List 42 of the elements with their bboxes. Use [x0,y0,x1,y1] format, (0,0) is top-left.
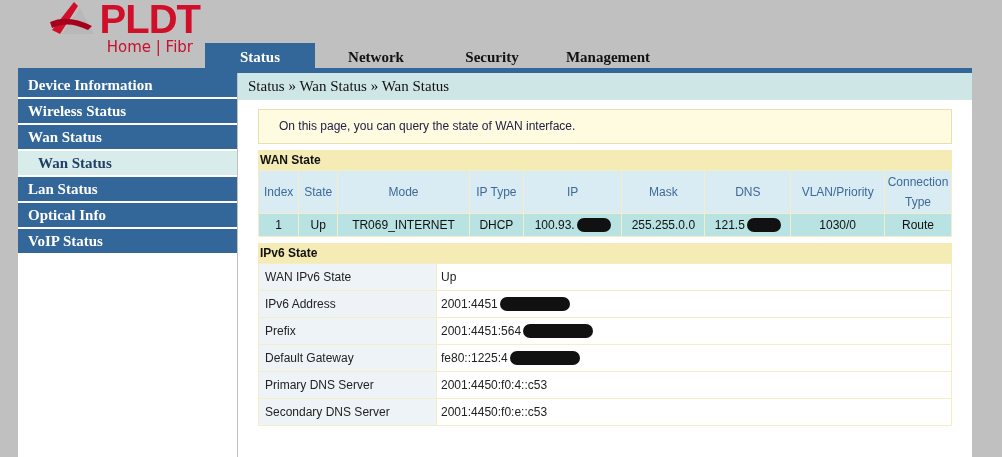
nav-tab[interactable]: Management [553,43,663,68]
section-header: WAN State [258,150,952,170]
column-header: State [298,170,338,214]
column-header: VLAN/Priority [790,170,885,214]
field-value: 2001:4450:f0:e::c53 [441,405,548,419]
column-header: Index [258,170,299,214]
section-header: IPv6 State [258,243,952,263]
field-label: IPv6 Address [258,290,437,318]
nav-tab[interactable]: Security [437,43,547,68]
breadcrumb: Status » Wan Status » Wan Status [238,73,972,100]
column-header: Mask [621,170,705,214]
sidebar-item[interactable]: Wireless Status [18,99,237,125]
field-value: Up [441,270,457,284]
sidebar-subitem[interactable]: Wan Status [18,151,237,177]
nav-tab[interactable]: Network [321,43,431,68]
field-label: Prefix [258,317,437,345]
field-label: Default Gateway [258,344,437,372]
field-label: Secondary DNS Server [258,398,437,426]
sidebar-item[interactable]: Device Information [18,73,237,99]
field-label: WAN IPv6 State [258,263,437,291]
field-value: fe80::1225:4 [441,351,508,365]
field-value: 2001:4450:f0:4::c53 [441,378,548,392]
column-header: IP [523,170,622,214]
brand-logo-text: PLDT [99,0,200,38]
column-header: Connection Type [884,170,952,214]
column-header: IP Type [469,170,524,214]
sidebar-item[interactable]: Optical Info [18,203,237,229]
column-header: DNS [704,170,791,214]
cell-value: 100.93. [534,218,575,232]
sidebar-item[interactable]: Wan Status [18,125,237,151]
cell-value: 121.5 [714,218,745,232]
field-value: 2001:4451:564 [441,324,522,338]
column-header: Mode [337,170,470,214]
table-cell: TR069_INTERNET [337,213,470,237]
sidebar-item[interactable]: VoIP Status [18,229,237,255]
info-message: On this page, you can query the state of WAN interface. [258,109,952,144]
table-cell: 1 [258,213,299,237]
field-label: Primary DNS Server [258,371,437,399]
nav-tab[interactable]: Status [205,43,315,68]
sidebar-item[interactable]: Lan Status [18,177,237,203]
field-value: 2001:4451 [441,297,498,311]
logo-tagline: Home | Fibr [106,38,194,56]
